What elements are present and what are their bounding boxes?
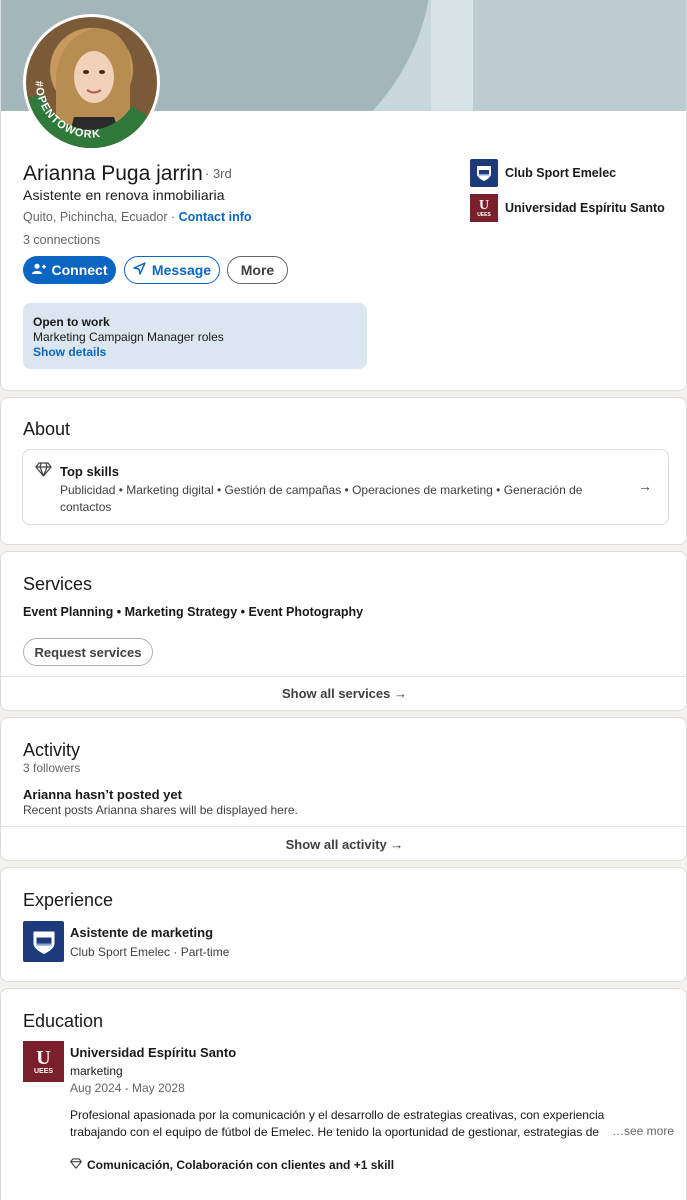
diamond-icon	[35, 462, 52, 482]
education-dates: Aug 2024 - May 2028	[70, 1081, 185, 1095]
emelec-logo-icon	[470, 159, 498, 187]
see-more-link[interactable]: …see more	[610, 1124, 675, 1138]
profile-top-card: #OPENTOWORK Arianna Puga jarrin · 3rd As…	[0, 0, 687, 391]
about-section: About Top skills Publicidad • Marketing …	[0, 397, 687, 545]
location-text: Quito, Pichincha, Ecuador ·	[23, 210, 179, 224]
education-section: Education U UEES Universidad Espíritu Sa…	[0, 988, 687, 1200]
org-name: Club Sport Emelec	[505, 166, 617, 180]
section-title: Education	[23, 1011, 104, 1031]
section-title: Experience	[23, 890, 114, 910]
add-person-icon	[31, 262, 46, 278]
no-posts-title: Arianna hasn’t posted yet	[23, 787, 182, 802]
education-skills-label: Comunicación, Colaboración con clientes …	[87, 1158, 395, 1172]
section-title: About	[23, 419, 71, 439]
uees-logo-icon: U UEES	[470, 194, 498, 222]
emelec-logo-icon[interactable]	[23, 921, 64, 962]
more-button[interactable]: More	[227, 256, 288, 284]
activity-section: Activity 3 followers Arianna hasn’t post…	[0, 717, 687, 861]
top-skills-title: Top skills	[60, 464, 119, 479]
top-skills-list: Publicidad • Marketing digital • Gestión…	[60, 483, 583, 514]
divider	[1, 826, 686, 827]
followers-count: 3 followers	[23, 761, 81, 775]
profile-headline: Asistente en renova inmobiliaria	[23, 187, 225, 203]
arrow-right-icon: →	[638, 478, 652, 494]
top-skills-card[interactable]: Top skills Publicidad • Marketing digita…	[22, 449, 669, 525]
experience-section: Experience Asistente de marketing Club S…	[0, 867, 687, 982]
experience-title[interactable]: Asistente de marketing	[70, 925, 213, 940]
show-all-services-link[interactable]: Show all services →	[1, 686, 686, 701]
message-button[interactable]: Message	[124, 256, 220, 284]
education-skills[interactable]: Comunicación, Colaboración con clientes …	[70, 1158, 394, 1172]
education-field: marketing	[70, 1064, 123, 1078]
contact-info-link[interactable]: Contact info	[179, 210, 252, 224]
open-to-work-card[interactable]: Open to work Marketing Campaign Manager …	[23, 303, 367, 369]
org-name: Universidad Espíritu Santo	[505, 201, 665, 215]
experience-company: Club Sport Emelec · Part-time	[70, 945, 230, 959]
education-school[interactable]: Universidad Espíritu Santo	[70, 1045, 236, 1060]
org-education[interactable]: U UEES Universidad Espíritu Santo	[470, 194, 665, 222]
show-details-link[interactable]: Show details	[33, 345, 357, 360]
services-list: Event Planning • Marketing Strategy • Ev…	[23, 605, 364, 619]
avatar[interactable]: #OPENTOWORK	[23, 14, 160, 151]
diamond-icon	[70, 1158, 82, 1172]
section-title: Activity	[23, 740, 81, 760]
uees-logo-icon[interactable]: U UEES	[23, 1041, 64, 1082]
services-section: Services Event Planning • Marketing Stra…	[0, 551, 687, 711]
section-title: Services	[23, 574, 93, 594]
connect-button[interactable]: Connect	[23, 256, 116, 284]
avatar-photo: #OPENTOWORK	[26, 28, 151, 148]
no-posts-subtitle: Recent posts Arianna shares will be disp…	[23, 803, 298, 817]
message-label: Message	[151, 262, 212, 278]
open-to-work-roles: Marketing Campaign Manager roles	[33, 330, 224, 344]
education-description: Profesional apasionada por la comunicaci…	[70, 1108, 605, 1139]
connect-label: Connect	[51, 262, 108, 278]
show-all-activity-link[interactable]: Show all activity →	[1, 837, 686, 852]
connection-degree: · 3rd	[205, 166, 232, 181]
divider	[1, 676, 686, 677]
open-to-work-title: Open to work	[33, 315, 110, 329]
profile-name: Arianna Puga jarrin	[23, 162, 203, 185]
request-services-button[interactable]: Request services	[23, 638, 153, 666]
profile-location: Quito, Pichincha, Ecuador · Contact info	[23, 210, 252, 224]
org-current-company[interactable]: Club Sport Emelec	[470, 159, 616, 187]
send-icon	[133, 262, 146, 278]
connections-count[interactable]: 3 connections	[23, 233, 100, 247]
